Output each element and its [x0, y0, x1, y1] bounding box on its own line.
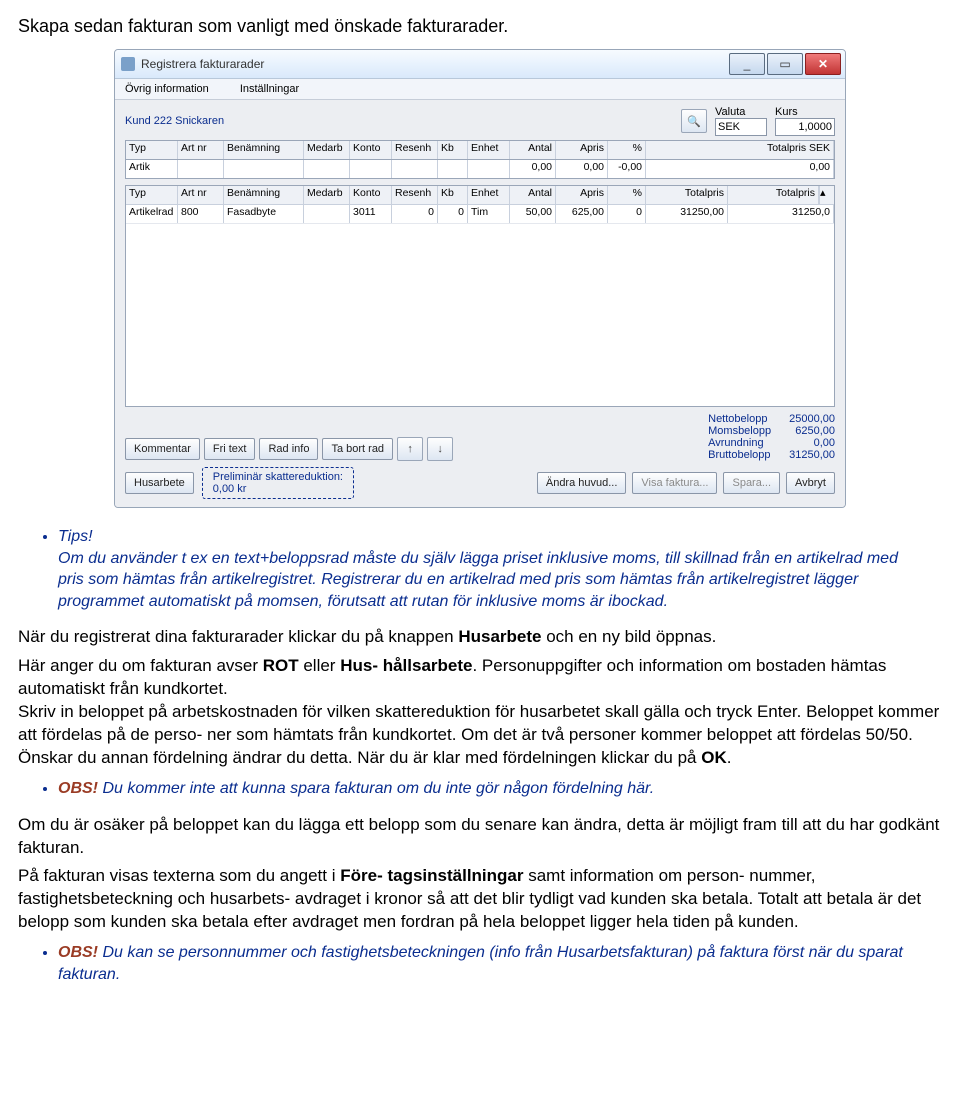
app-icon — [121, 57, 135, 71]
entry-art[interactable] — [181, 161, 220, 173]
paragraph-5: Om du är osäker på beloppet kan du lägga… — [18, 814, 942, 860]
entry-kb[interactable] — [441, 161, 464, 173]
paragraph-6: På fakturan visas texterna som du angett… — [18, 865, 942, 934]
move-up-button[interactable]: ↑ — [397, 437, 423, 461]
maximize-icon: ▭ — [779, 58, 790, 70]
arrow-down-icon: ↓ — [437, 443, 443, 455]
menubar: Övrig information Inställningar — [115, 79, 845, 100]
lookup-button[interactable]: 🔍 — [681, 109, 707, 133]
entry-apris[interactable] — [559, 161, 604, 173]
paragraph-1: När du registrerat dina fakturarader kli… — [18, 626, 942, 649]
tabort-button[interactable]: Ta bort rad — [322, 438, 393, 460]
entry-pct[interactable] — [611, 161, 642, 173]
entry-row — [125, 160, 835, 179]
menu-installningar[interactable]: Inställningar — [240, 83, 313, 95]
kund-label: Kund 222 Snickaren — [125, 115, 224, 127]
close-icon: ✕ — [818, 58, 828, 70]
entry-med[interactable] — [307, 161, 346, 173]
entry-ben[interactable] — [227, 161, 300, 173]
obs-1: OBS! Du kommer inte att kunna spara fakt… — [18, 778, 942, 800]
skattereduktion-box: Preliminär skattereduktion: 0,00 kr — [202, 467, 354, 499]
arrow-up-icon: ↑ — [407, 443, 413, 455]
valuta-label: Valuta — [715, 106, 767, 118]
avbryt-button[interactable]: Avbryt — [786, 472, 835, 494]
radinfo-button[interactable]: Rad info — [259, 438, 318, 460]
spara-button[interactable]: Spara... — [723, 472, 780, 494]
entry-total[interactable] — [649, 161, 830, 173]
move-down-button[interactable]: ↓ — [427, 437, 453, 461]
tips-body: Om du använder t ex en text+beloppsrad m… — [58, 550, 898, 610]
entry-enh[interactable] — [471, 161, 506, 173]
entry-antal[interactable] — [513, 161, 552, 173]
visa-faktura-button[interactable]: Visa faktura... — [632, 472, 717, 494]
entry-typ[interactable] — [129, 161, 174, 173]
obs-2: OBS! Du kan se personnummer och fastighe… — [18, 942, 942, 985]
kurs-input[interactable] — [775, 118, 835, 136]
lines-grid: Typ Art nr Benämning Medarb Konto Resenh… — [125, 185, 835, 407]
minimize-button[interactable]: _ — [729, 53, 765, 75]
screenshot-container: Registrera fakturarader _ ▭ ✕ Övrig info… — [18, 49, 942, 508]
totals-block: Nettobelopp25000,00 Momsbelopp6250,00 Av… — [708, 413, 835, 461]
andra-huvud-button[interactable]: Ändra huvud... — [537, 472, 627, 494]
intro-heading: Skapa sedan fakturan som vanligt med öns… — [18, 16, 942, 37]
kurs-label: Kurs — [775, 106, 835, 118]
app-window: Registrera fakturarader _ ▭ ✕ Övrig info… — [114, 49, 846, 508]
paragraph-2-3: Här anger du om fakturan avser ROT eller… — [18, 655, 942, 770]
entry-header: Typ Art nr Benämning Medarb Konto Resenh… — [125, 140, 835, 160]
husarbete-button[interactable]: Husarbete — [125, 472, 194, 494]
fritext-button[interactable]: Fri text — [204, 438, 256, 460]
maximize-button[interactable]: ▭ — [767, 53, 803, 75]
close-button[interactable]: ✕ — [805, 53, 841, 75]
entry-kon[interactable] — [353, 161, 388, 173]
grid-header: Typ Art nr Benämning Medarb Konto Resenh… — [126, 186, 834, 205]
table-row[interactable]: Artikelrad 800 Fasadbyte 3011 0 0 Tim 50… — [126, 205, 834, 224]
entry-res[interactable] — [395, 161, 434, 173]
minimize-icon: _ — [744, 58, 751, 70]
menu-ovrig[interactable]: Övrig information — [125, 83, 223, 95]
search-icon: 🔍 — [687, 115, 701, 128]
tips-block: Tips! Om du använder t ex en text+belopp… — [18, 526, 942, 612]
tips-heading: Tips! — [58, 528, 93, 545]
grid-scroll-up[interactable]: ▴ — [819, 186, 834, 204]
kommentar-button[interactable]: Kommentar — [125, 438, 200, 460]
window-title: Registrera fakturarader — [141, 57, 264, 71]
valuta-select[interactable] — [715, 118, 767, 136]
window-titlebar: Registrera fakturarader _ ▭ ✕ — [115, 50, 845, 79]
